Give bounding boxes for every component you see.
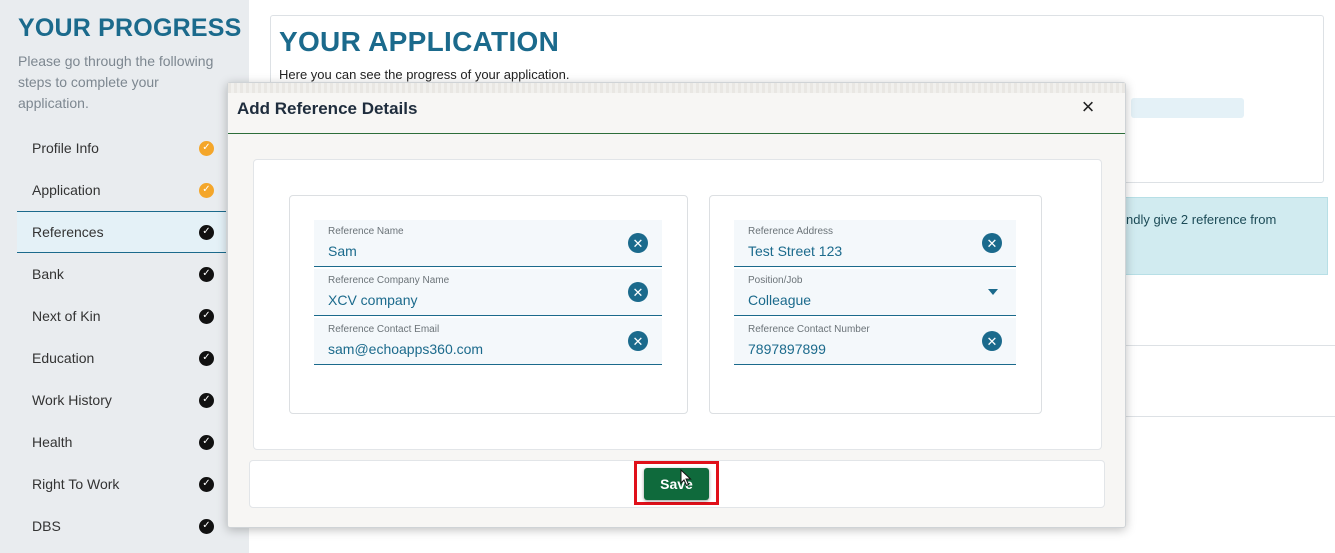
reference-address-field[interactable]: Reference Address Test Street 123 ✕ bbox=[734, 220, 1016, 267]
page-title: YOUR APPLICATION bbox=[279, 26, 560, 57]
steps-list: Profile Info ✓ Application ✓ References … bbox=[17, 127, 226, 547]
position-job-select[interactable]: Position/Job Colleague bbox=[734, 269, 1016, 316]
mouse-cursor-icon bbox=[680, 469, 692, 487]
divider bbox=[1125, 345, 1335, 346]
reference-company-name-field[interactable]: Reference Company Name XCV company ✕ bbox=[314, 269, 662, 316]
field-label: Reference Company Name bbox=[328, 275, 450, 286]
chevron-down-icon[interactable] bbox=[988, 289, 998, 295]
info-alert-text: ndly give 2 reference from bbox=[1126, 212, 1277, 227]
clear-icon[interactable]: ✕ bbox=[628, 282, 648, 302]
sidebar-item-label: Bank bbox=[32, 266, 64, 282]
clear-icon[interactable]: ✕ bbox=[982, 331, 1002, 351]
modal-header: Add Reference Details × bbox=[228, 83, 1125, 134]
field-value[interactable]: 7897897899 bbox=[748, 341, 826, 357]
sidebar-item-bank[interactable]: Bank ✓ bbox=[17, 253, 226, 295]
form-column-left: Reference Name Sam ✕ Reference Company N… bbox=[289, 195, 688, 414]
sidebar-item-health[interactable]: Health ✓ bbox=[17, 421, 226, 463]
sidebar-item-label: Right To Work bbox=[32, 476, 120, 492]
save-button[interactable]: Save bbox=[644, 468, 709, 500]
field-label: Position/Job bbox=[748, 275, 803, 286]
check-circle-icon: ✓ bbox=[199, 140, 214, 156]
info-alert: ndly give 2 reference from bbox=[1125, 197, 1328, 275]
check-circle-icon: ✓ bbox=[199, 476, 214, 492]
modal-title: Add Reference Details bbox=[237, 99, 418, 118]
sidebar-item-label: Work History bbox=[32, 392, 112, 408]
close-icon[interactable]: × bbox=[1077, 96, 1099, 118]
sidebar-item-label: Next of Kin bbox=[32, 308, 101, 324]
field-label: Reference Name bbox=[328, 226, 404, 237]
progress-bar bbox=[1131, 98, 1244, 118]
sidebar-description: Please go through the following steps to… bbox=[18, 53, 214, 111]
field-value[interactable]: Test Street 123 bbox=[748, 243, 842, 259]
field-label: Reference Contact Email bbox=[328, 324, 440, 335]
check-circle-icon: ✓ bbox=[199, 392, 214, 408]
field-label: Reference Contact Number bbox=[748, 324, 870, 335]
check-circle-icon: ✓ bbox=[199, 224, 214, 240]
clear-icon[interactable]: ✕ bbox=[982, 233, 1002, 253]
sidebar-item-education[interactable]: Education ✓ bbox=[17, 337, 226, 379]
check-circle-icon: ✓ bbox=[199, 518, 214, 534]
page-description: Here you can see the progress of your ap… bbox=[279, 67, 570, 82]
field-value[interactable]: sam@echoapps360.com bbox=[328, 341, 483, 357]
sidebar-item-next-of-kin[interactable]: Next of Kin ✓ bbox=[17, 295, 226, 337]
add-reference-modal: Add Reference Details × Reference Name S… bbox=[227, 82, 1126, 528]
sidebar-item-label: DBS bbox=[32, 518, 61, 534]
sidebar-item-application[interactable]: Application ✓ bbox=[17, 169, 226, 211]
sidebar-item-right-to-work[interactable]: Right To Work ✓ bbox=[17, 463, 226, 505]
sidebar-item-work-history[interactable]: Work History ✓ bbox=[17, 379, 226, 421]
field-value[interactable]: XCV company bbox=[328, 292, 417, 308]
field-value[interactable]: Colleague bbox=[748, 292, 811, 308]
reference-name-field[interactable]: Reference Name Sam ✕ bbox=[314, 220, 662, 267]
reference-contact-number-field[interactable]: Reference Contact Number 7897897899 ✕ bbox=[734, 318, 1016, 365]
check-circle-icon: ✓ bbox=[199, 308, 214, 324]
sidebar-item-label: Application bbox=[32, 182, 101, 198]
sidebar-item-dbs[interactable]: DBS ✓ bbox=[17, 505, 226, 547]
progress-sidebar: YOUR PROGRESS Please go through the foll… bbox=[0, 0, 249, 553]
reference-contact-email-field[interactable]: Reference Contact Email sam@echoapps360.… bbox=[314, 318, 662, 365]
sidebar-item-references[interactable]: References ✓ bbox=[17, 211, 226, 253]
clear-icon[interactable]: ✕ bbox=[628, 331, 648, 351]
check-circle-icon: ✓ bbox=[199, 182, 214, 198]
clear-icon[interactable]: ✕ bbox=[628, 233, 648, 253]
sidebar-item-label: Profile Info bbox=[32, 140, 99, 156]
sidebar-item-label: Education bbox=[32, 350, 95, 366]
sidebar-item-label: Health bbox=[32, 434, 73, 450]
sidebar-item-label: References bbox=[32, 224, 104, 240]
field-value[interactable]: Sam bbox=[328, 243, 357, 259]
check-circle-icon: ✓ bbox=[199, 350, 214, 366]
sidebar-item-profile-info[interactable]: Profile Info ✓ bbox=[17, 127, 226, 169]
form-column-right: Reference Address Test Street 123 ✕ Posi… bbox=[709, 195, 1042, 414]
field-label: Reference Address bbox=[748, 226, 834, 237]
sidebar-title: YOUR PROGRESS bbox=[18, 14, 242, 42]
reference-form: Reference Name Sam ✕ Reference Company N… bbox=[253, 159, 1102, 450]
check-circle-icon: ✓ bbox=[199, 434, 214, 450]
check-circle-icon: ✓ bbox=[199, 266, 214, 282]
divider bbox=[1125, 416, 1335, 417]
